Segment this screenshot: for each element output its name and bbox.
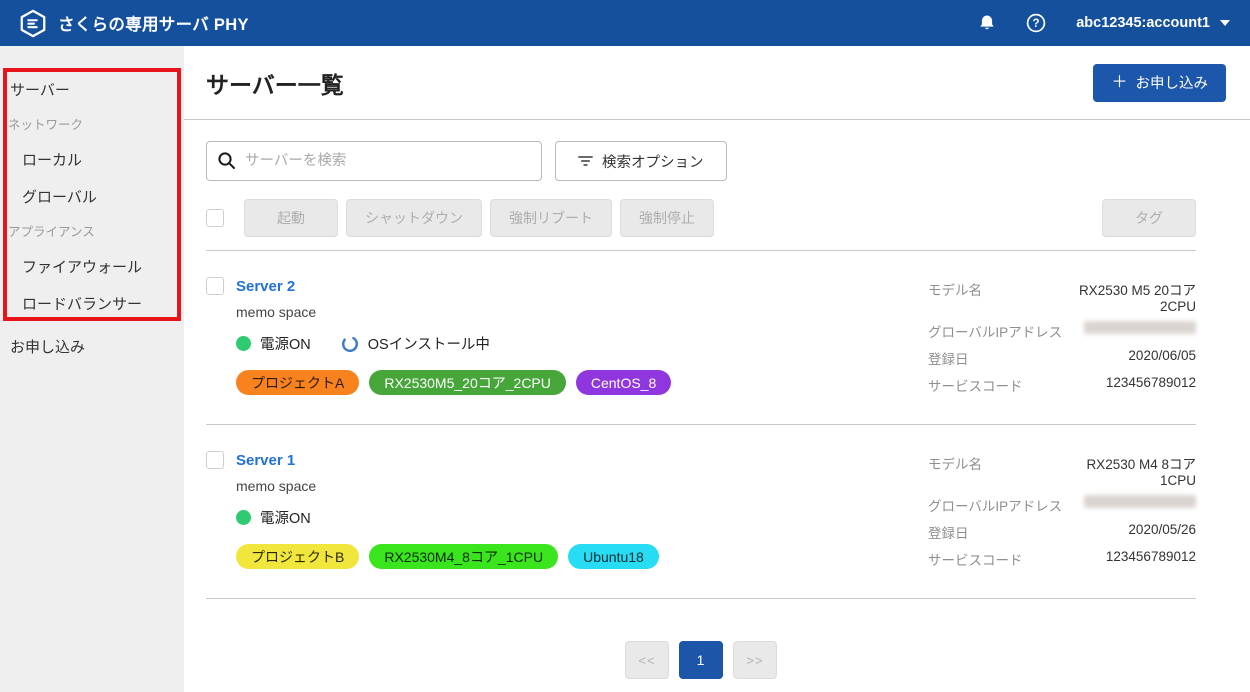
tag-pill[interactable]: CentOS_8 — [576, 370, 671, 395]
brand[interactable]: さくらの専用サーバ PHY — [18, 8, 249, 39]
server-name-link[interactable]: Server 1 — [236, 452, 295, 469]
power-on-dot-icon — [236, 510, 251, 525]
main-content: サーバー一覧 ＋ お申し込み — [184, 46, 1250, 692]
server-checkbox[interactable] — [206, 277, 224, 295]
notification-bell-icon[interactable] — [978, 14, 996, 32]
page-title: サーバー一覧 — [206, 66, 344, 100]
sidebar: サーバー ネットワーク ローカル グローバル アプライアンス ファイアウォール … — [0, 46, 184, 692]
redacted-ip-blur — [1084, 321, 1196, 334]
pagination: << 1 >> — [206, 641, 1196, 679]
search-box — [206, 141, 542, 181]
power-status: 電源ON — [236, 507, 311, 528]
global-ip-value — [1074, 495, 1196, 515]
install-status-label: OSインストール中 — [368, 333, 490, 354]
sidebar-item-apply[interactable]: お申し込み — [0, 331, 184, 362]
plus-icon: ＋ — [1111, 75, 1127, 91]
search-row: 検索オプション — [206, 141, 1196, 181]
select-all-checkbox[interactable] — [206, 209, 224, 227]
model-label: モデル名 — [928, 279, 1062, 314]
svg-text:?: ? — [1033, 18, 1040, 30]
brand-logo-icon — [18, 8, 48, 39]
server-memo: memo space — [236, 304, 671, 320]
install-status: OSインストール中 — [341, 333, 490, 354]
search-icon — [217, 151, 236, 175]
server-row: Server 1 memo space 電源ON プロジェクトB RX2530M… — [206, 425, 1196, 599]
server-memo: memo space — [236, 478, 659, 494]
caret-down-icon — [1220, 20, 1230, 26]
server-row: Server 2 memo space 電源ON OSインストール中 — [206, 251, 1196, 425]
sidebar-item-local[interactable]: ローカル — [0, 144, 184, 175]
server-list-panel: 検索オプション 起動 シャットダウン 強制リブート 強制停止 タグ — [184, 120, 1250, 692]
topbar-right: ? abc12345:account1 — [978, 13, 1230, 33]
pagination-next-button[interactable]: >> — [733, 641, 777, 679]
server-details: モデル名 RX2530 M5 20コア 2CPU グローバルIPアドレス 登録日… — [928, 279, 1196, 395]
status-line: 電源ON — [236, 507, 659, 528]
server-checkbox[interactable] — [206, 451, 224, 469]
brand-title: さくらの専用サーバ PHY — [58, 11, 249, 35]
redacted-ip-blur — [1084, 495, 1196, 508]
registered-date-value: 2020/06/05 — [1074, 348, 1196, 368]
global-ip-label: グローバルIPアドレス — [928, 495, 1062, 515]
search-input[interactable] — [206, 141, 542, 181]
page-header: サーバー一覧 ＋ お申し込み — [184, 46, 1250, 120]
tag-pill[interactable]: RX2530M5_20コア_2CPU — [369, 370, 566, 395]
tag-pill[interactable]: RX2530M4_8コア_1CPU — [369, 544, 558, 569]
tag-pill[interactable]: プロジェクトB — [236, 544, 359, 569]
registered-date-label: 登録日 — [928, 348, 1062, 368]
filter-icon — [578, 154, 593, 168]
shutdown-button[interactable]: シャットダウン — [346, 199, 482, 237]
search-options-label: 検索オプション — [602, 151, 704, 172]
sidebar-section-appliance: アプライアンス — [0, 216, 184, 245]
power-on-dot-icon — [236, 336, 251, 351]
server-row-left: Server 1 memo space 電源ON プロジェクトB RX2530M… — [206, 451, 659, 569]
tag-pill[interactable]: プロジェクトA — [236, 370, 359, 395]
service-code-value: 123456789012 — [1074, 375, 1196, 395]
power-action-buttons: 起動 シャットダウン 強制リブート 強制停止 — [244, 199, 714, 237]
spinner-icon — [341, 335, 359, 353]
model-value: RX2530 M5 20コア 2CPU — [1074, 279, 1196, 314]
power-status-label: 電源ON — [260, 333, 311, 354]
power-on-button[interactable]: 起動 — [244, 199, 338, 237]
topbar: さくらの専用サーバ PHY ? abc12345:account1 — [0, 0, 1250, 46]
force-reboot-button[interactable]: 強制リブート — [490, 199, 612, 237]
power-status: 電源ON — [236, 333, 311, 354]
status-line: 電源ON OSインストール中 — [236, 333, 671, 354]
pagination-page-1-button[interactable]: 1 — [679, 641, 723, 679]
help-icon[interactable]: ? — [1026, 13, 1046, 33]
sidebar-item-global[interactable]: グローバル — [0, 181, 184, 212]
tag-button[interactable]: タグ — [1102, 199, 1196, 237]
service-code-label: サービスコード — [928, 549, 1062, 569]
force-stop-button[interactable]: 強制停止 — [620, 199, 714, 237]
apply-button-label: お申し込み — [1136, 72, 1209, 93]
model-label: モデル名 — [928, 453, 1062, 488]
server-row-left: Server 2 memo space 電源ON OSインストール中 — [206, 277, 671, 395]
sidebar-item-loadbalancer[interactable]: ロードバランサー — [0, 288, 184, 319]
sidebar-section-network: ネットワーク — [0, 109, 184, 138]
server-details: モデル名 RX2530 M4 8コア 1CPU グローバルIPアドレス 登録日 … — [928, 453, 1196, 569]
server-name-link[interactable]: Server 2 — [236, 278, 295, 295]
pagination-prev-button[interactable]: << — [625, 641, 669, 679]
power-status-label: 電源ON — [260, 507, 311, 528]
sidebar-item-server[interactable]: サーバー — [0, 74, 184, 105]
tag-pill[interactable]: Ubuntu18 — [568, 544, 659, 569]
service-code-label: サービスコード — [928, 375, 1062, 395]
account-name: abc12345:account1 — [1076, 15, 1210, 31]
global-ip-label: グローバルIPアドレス — [928, 321, 1062, 341]
tag-list: プロジェクトA RX2530M5_20コア_2CPU CentOS_8 — [236, 370, 671, 395]
search-options-button[interactable]: 検索オプション — [555, 141, 727, 181]
registered-date-value: 2020/05/26 — [1074, 522, 1196, 542]
registered-date-label: 登録日 — [928, 522, 1062, 542]
account-menu[interactable]: abc12345:account1 — [1076, 15, 1230, 31]
apply-button[interactable]: ＋ お申し込み — [1093, 64, 1226, 102]
model-value: RX2530 M4 8コア 1CPU — [1074, 453, 1196, 488]
service-code-value: 123456789012 — [1074, 549, 1196, 569]
global-ip-value — [1074, 321, 1196, 341]
sidebar-item-firewall[interactable]: ファイアウォール — [0, 251, 184, 282]
bulk-actions-row: 起動 シャットダウン 強制リブート 強制停止 タグ — [206, 199, 1196, 237]
tag-list: プロジェクトB RX2530M4_8コア_1CPU Ubuntu18 — [236, 544, 659, 569]
